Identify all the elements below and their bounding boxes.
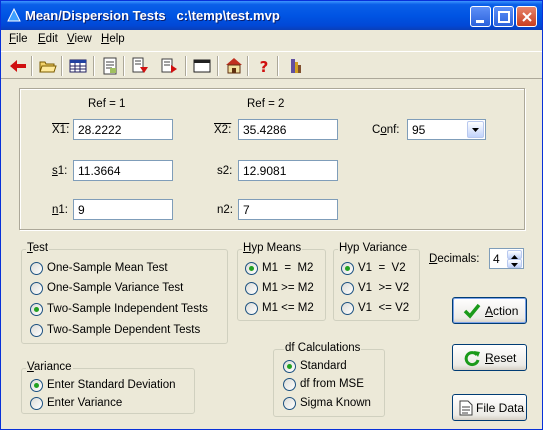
- test-group-title: Test: [26, 242, 50, 254]
- arrow-down-icon: [511, 263, 518, 267]
- s2-label: s2:: [217, 165, 233, 177]
- conf-dropdown-button[interactable]: [467, 121, 484, 138]
- menu-bar: File Edit View Help: [1, 30, 542, 49]
- app-icon: [7, 8, 21, 22]
- ref1-label: Ref = 1: [88, 98, 126, 110]
- main-window: Mean/Dispersion Tests c:\temp\test.mvp F…: [0, 0, 543, 430]
- hyp-variance-group: Hyp Variance V1 = V2 V1 >= V2 V1 <= V2: [333, 242, 420, 321]
- svg-text:?: ?: [260, 58, 269, 75]
- report-icon: [103, 57, 117, 75]
- ref2-label: Ref = 2: [247, 98, 285, 110]
- open-folder-icon: [39, 61, 57, 73]
- file-data-button[interactable]: File Data: [452, 394, 527, 421]
- open-tool-button[interactable]: [37, 55, 59, 77]
- toolbar: ?: [1, 51, 542, 79]
- action-button[interactable]: Action: [452, 297, 527, 324]
- n2-input[interactable]: 7: [238, 199, 338, 220]
- home-tool-button[interactable]: [223, 55, 245, 77]
- test-group: Test One-Sample Mean Test One-Sample Var…: [21, 242, 228, 344]
- n1-input[interactable]: 9: [73, 199, 173, 220]
- reset-button[interactable]: Reset: [452, 344, 527, 371]
- decimals-up-button[interactable]: [507, 250, 522, 259]
- title-bar[interactable]: Mean/Dispersion Tests c:\temp\test.mvp: [1, 1, 542, 30]
- hyp-variance-title: Hyp Variance: [338, 242, 409, 254]
- decimals-spinner[interactable]: 4: [489, 248, 524, 269]
- menu-help[interactable]: Help: [101, 33, 125, 45]
- close-icon: [522, 12, 532, 22]
- hyp-means-title: Hyp Means: [242, 242, 303, 254]
- maximize-button[interactable]: [493, 6, 514, 27]
- reset-label: Reset: [485, 350, 517, 365]
- question-mark-icon: ?: [260, 58, 269, 75]
- document-arrow-icon: [132, 57, 148, 73]
- variance-group: Variance Enter Standard Deviation Enter …: [21, 361, 195, 414]
- x1-label: X1:: [52, 124, 70, 136]
- help-tool-button[interactable]: ?: [253, 55, 275, 77]
- df-calculations-title: df Calculations: [284, 342, 362, 354]
- action-label: Action: [485, 303, 519, 318]
- s1-label: s1:: [52, 165, 68, 177]
- export-tool-button[interactable]: [159, 55, 181, 77]
- minimize-icon: [476, 20, 484, 23]
- decimals-value: 4: [493, 252, 500, 266]
- refresh-icon: [464, 350, 480, 366]
- window-title: Mean/Dispersion Tests c:\temp\test.mvp: [25, 8, 280, 23]
- back-arrow-icon: [10, 60, 26, 72]
- print-tool-button[interactable]: [129, 55, 151, 77]
- menu-view[interactable]: View: [67, 33, 92, 45]
- variance-group-title: Variance: [26, 361, 73, 373]
- hyp-means-group: Hyp Means M1 = M2 M1 >= M2 M1 <= M2: [237, 242, 326, 321]
- window-icon: [193, 59, 211, 73]
- close-button[interactable]: [516, 6, 537, 27]
- chevron-down-icon: [472, 128, 479, 132]
- window-tool-button[interactable]: [191, 55, 213, 77]
- decimals-label: Decimals:: [429, 253, 480, 265]
- back-tool-button[interactable]: [7, 55, 29, 77]
- menu-file[interactable]: File: [9, 33, 28, 45]
- menu-edit[interactable]: Edit: [38, 33, 58, 45]
- data-grid-tool-button[interactable]: [67, 55, 89, 77]
- decimals-down-button[interactable]: [507, 259, 522, 268]
- n1-label: n1:: [52, 204, 68, 216]
- home-icon: [226, 58, 242, 74]
- grid-icon: [69, 59, 87, 73]
- maximize-icon: [498, 11, 510, 23]
- x1-input[interactable]: 28.2222: [73, 119, 173, 140]
- df-calculations-group: df Calculations Standard df from MSE Sig…: [273, 342, 385, 417]
- n2-label: n2:: [217, 204, 233, 216]
- s1-input[interactable]: 11.3664: [73, 160, 173, 181]
- conf-label: Conf:: [372, 124, 400, 136]
- x2-label: X2:: [214, 124, 232, 136]
- checkmark-icon: [463, 303, 481, 319]
- x2-input[interactable]: 35.4286: [238, 119, 338, 140]
- conf-select[interactable]: 95: [407, 119, 486, 140]
- minimize-button[interactable]: [470, 6, 491, 27]
- s2-input[interactable]: 12.9081: [238, 160, 338, 181]
- exit-door-icon: [291, 59, 301, 73]
- export-icon: [161, 58, 177, 73]
- report-tool-button[interactable]: [99, 55, 121, 77]
- file-data-label: File Data: [476, 400, 525, 415]
- document-icon: [459, 400, 473, 415]
- conf-value: 95: [412, 123, 426, 137]
- exit-tool-button[interactable]: [285, 55, 307, 77]
